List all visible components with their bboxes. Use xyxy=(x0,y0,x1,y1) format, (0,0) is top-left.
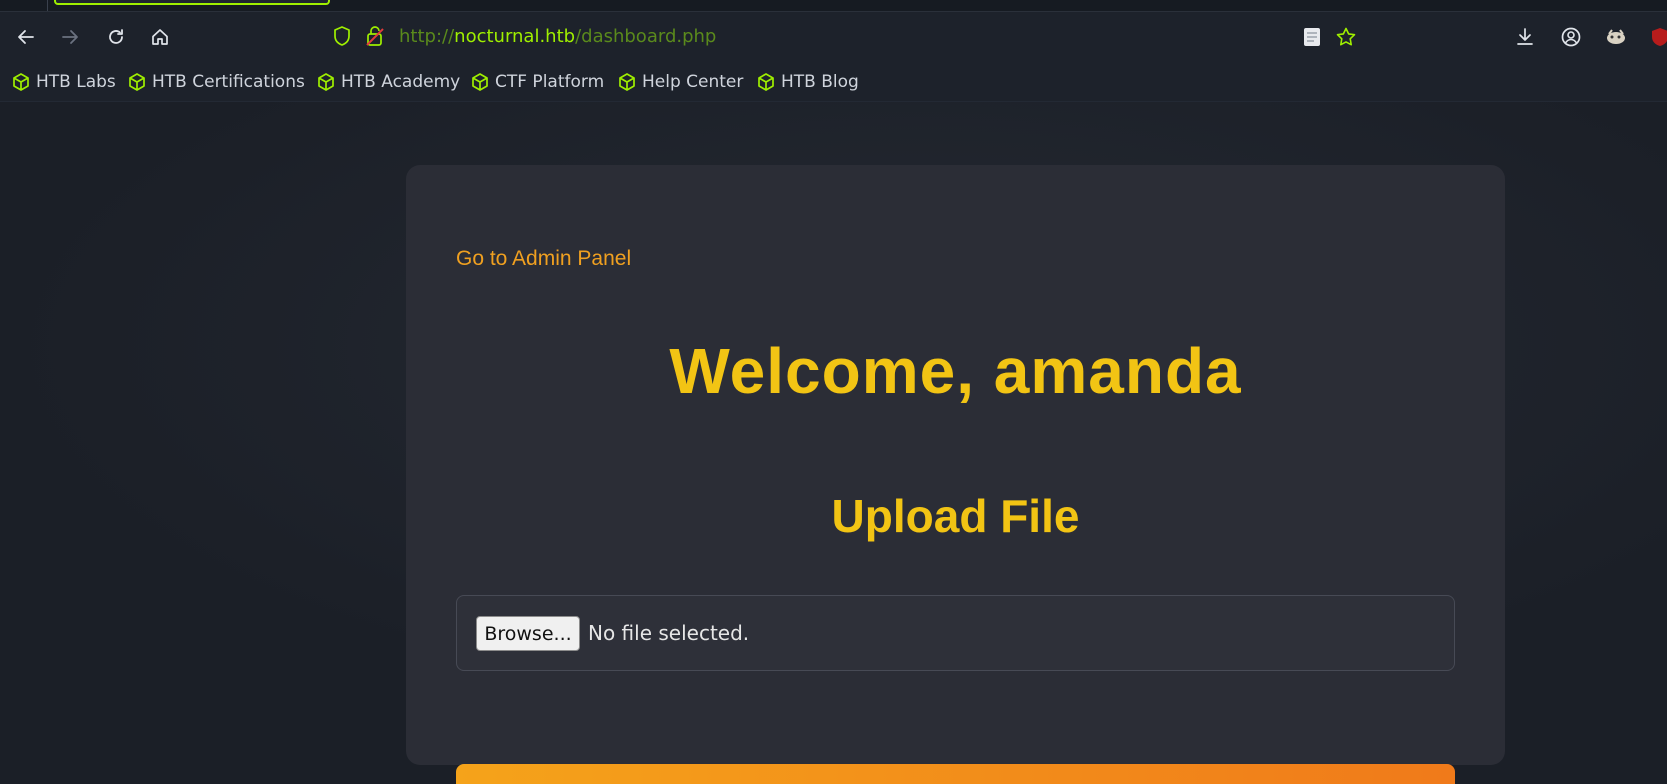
htb-cube-icon xyxy=(619,73,635,91)
ublock-origin-button[interactable] xyxy=(1647,24,1667,50)
bookmark-star-button[interactable] xyxy=(1333,24,1359,50)
account-button[interactable] xyxy=(1558,24,1584,50)
upload-submit-button[interactable] xyxy=(456,764,1455,784)
active-tab[interactable] xyxy=(54,0,330,5)
bookmark-label: CTF Platform xyxy=(495,72,605,92)
file-status-text: No file selected. xyxy=(588,621,750,645)
bookmark-label: HTB Labs xyxy=(36,72,116,92)
back-button[interactable] xyxy=(13,24,39,50)
bookmark-label: Help Center xyxy=(642,72,744,92)
bookmark-ctf-platform[interactable]: CTF Platform xyxy=(470,70,604,94)
tab-strip xyxy=(0,0,1667,12)
tab-separator xyxy=(47,0,48,11)
account-icon xyxy=(1561,27,1581,47)
htb-cube-icon xyxy=(129,73,145,91)
insecure-lock-icon[interactable] xyxy=(364,24,386,48)
bookmark-htb-certifications[interactable]: HTB Certifications xyxy=(127,70,305,94)
extension-icon xyxy=(1607,29,1625,44)
extension-button[interactable] xyxy=(1603,24,1629,50)
bookmark-htb-academy[interactable]: HTB Academy xyxy=(316,70,460,94)
bookmark-label: HTB Academy xyxy=(341,72,461,92)
welcome-heading: Welcome, amanda xyxy=(669,335,1242,407)
url-path: /dashboard.php xyxy=(575,26,717,47)
browse-button[interactable]: Browse... xyxy=(476,616,580,651)
page-content: Go to Admin Panel Welcome, amanda Upload… xyxy=(0,102,1667,784)
bookmark-help-center[interactable]: Help Center xyxy=(617,70,743,94)
bookmark-label: HTB Certifications xyxy=(152,72,305,92)
url-host: nocturnal.htb xyxy=(454,26,576,47)
upload-file-heading: Upload File xyxy=(831,490,1080,542)
htb-cube-icon xyxy=(758,73,774,91)
htb-cube-icon xyxy=(318,73,334,91)
tracking-protection-shield-icon[interactable] xyxy=(331,25,353,47)
navigation-toolbar: http://nocturnal.htb/dashboard.php xyxy=(0,12,1667,62)
admin-panel-link[interactable]: Go to Admin Panel xyxy=(456,247,631,271)
bookmarks-toolbar: HTB Labs HTB Certifications HTB Academy … xyxy=(0,62,1667,102)
htb-cube-icon xyxy=(472,73,488,91)
reader-view-icon xyxy=(1304,28,1320,46)
address-bar[interactable]: http://nocturnal.htb/dashboard.php xyxy=(399,26,716,48)
back-arrow-icon xyxy=(18,30,34,44)
home-button[interactable] xyxy=(147,24,173,50)
dashboard-card: Go to Admin Panel Welcome, amanda Upload… xyxy=(406,165,1505,784)
download-icon xyxy=(1517,28,1533,45)
bookmark-htb-blog[interactable]: HTB Blog xyxy=(756,70,859,94)
downloads-button[interactable] xyxy=(1512,24,1538,50)
bookmark-label: HTB Blog xyxy=(781,72,859,92)
bookmark-htb-labs[interactable]: HTB Labs xyxy=(11,70,116,94)
forward-button[interactable] xyxy=(57,24,83,50)
reload-button[interactable] xyxy=(103,24,129,50)
htb-cube-icon xyxy=(13,73,29,91)
reader-view-button[interactable] xyxy=(1299,24,1325,50)
forward-arrow-icon xyxy=(62,30,78,44)
url-protocol: http:// xyxy=(399,26,455,47)
reload-icon xyxy=(109,29,123,44)
home-icon xyxy=(152,29,168,45)
ublock-icon xyxy=(1652,28,1667,46)
star-icon xyxy=(1336,27,1356,46)
file-input[interactable]: Browse... No file selected. xyxy=(456,595,1455,671)
